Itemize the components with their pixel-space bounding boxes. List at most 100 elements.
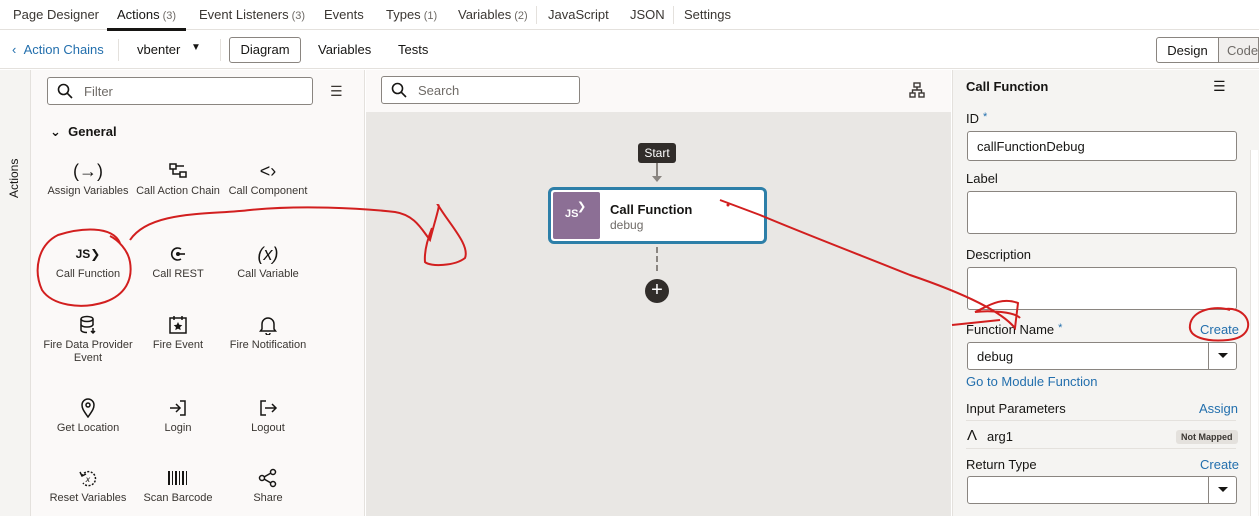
chevron-down-icon: ⌄ [50,124,61,139]
action-label: Fire Notification [229,339,307,351]
required-mark: * [1058,322,1063,334]
action-label: Get Location [56,422,120,434]
tab-label: Variables [458,7,512,22]
design-view-button[interactable]: Design [1156,37,1219,63]
action-label: Fire Data Provider Event [43,339,133,364]
assign-icon: (→) [73,160,103,181]
function-name-value: debug [977,349,1014,364]
tab-variables[interactable]: Variables (2) [458,7,528,22]
action-fire-data-provider-event[interactable]: Fire Data Provider Event [43,311,133,365]
divider [673,6,674,24]
function-name-select[interactable]: debug [967,342,1237,370]
chain-selector[interactable]: vbenter [137,42,180,57]
divider [118,39,119,61]
id-field[interactable]: callFunctionDebug [967,131,1237,161]
assign-link[interactable]: Assign [1199,401,1238,416]
description-field[interactable] [967,267,1237,310]
layout-hierarchy-icon[interactable] [909,82,925,101]
javascript-function-icon: JS ❯ [553,192,600,239]
properties-panel: Call Function ☰ ID * callFunctionDebug La… [952,70,1259,516]
panel-title: Call Function [966,79,1049,94]
tab-count: (3) [162,10,177,22]
dropdown-toggle[interactable] [1208,477,1236,503]
tab-label: Types [386,7,421,22]
action-fire-event[interactable]: Fire Event [133,311,223,352]
tab-event-listeners[interactable]: Event Listeners (3) [199,7,305,22]
tab-label: Event Listeners [199,7,289,22]
action-call-rest[interactable]: Call REST [133,240,223,281]
tab-label: JavaScript [548,7,609,22]
return-type-select[interactable] [967,476,1237,504]
label-text: Function Name [966,322,1055,337]
caret-down-icon[interactable]: ▼ [191,42,201,53]
add-action-button[interactable]: + [645,279,669,303]
action-scan-barcode[interactable]: Scan Barcode [133,464,223,505]
diagram-button[interactable]: Diagram [229,37,301,63]
string-type-icon: Λ [967,427,978,444]
tab-count: (1) [423,10,438,22]
action-share[interactable]: Share [223,464,313,505]
create-return-type-link[interactable]: Create [1200,457,1239,472]
tab-page-designer[interactable]: Page Designer [13,7,99,22]
tab-label: Settings [684,7,731,22]
tab-label: Events [324,7,364,22]
chevron-down-icon [1218,353,1228,358]
section-label: General [68,124,117,139]
action-label: Call Component [228,185,308,197]
hamburger-menu-icon[interactable]: ☰ [1213,78,1226,95]
tab-count: (3) [291,10,306,22]
top-navigation: Page Designer Actions (3) Event Listeners… [0,0,1259,31]
divider [536,6,537,24]
action-label: Call Function [55,268,121,280]
action-call-action-chain[interactable]: Call Action Chain [133,157,223,198]
action-label: Fire Event [152,339,204,351]
action-login[interactable]: Login [133,394,223,435]
login-icon [133,394,223,422]
hamburger-menu-icon[interactable]: ☰ [330,83,343,100]
filter-input[interactable]: Filter [47,77,313,105]
tab-label: Actions [117,7,160,22]
action-assign-variables[interactable]: (→) Assign Variables [43,157,133,198]
tab-types[interactable]: Types (1) [386,7,437,22]
divider [966,448,1236,449]
tab-actions[interactable]: Actions (3) [117,7,176,22]
database-icon [43,311,133,339]
action-call-variable[interactable]: (x) Call Variable [223,240,313,281]
tab-javascript[interactable]: JavaScript [548,7,609,22]
node-title: Call Function [610,202,693,217]
action-fire-notification[interactable]: Fire Notification [223,311,313,352]
tests-button[interactable]: Tests [398,42,428,57]
filter-placeholder: Filter [84,84,113,99]
svg-text:x: x [85,475,91,484]
action-label: Reset Variables [49,492,127,504]
action-get-location[interactable]: Get Location [43,394,133,435]
tab-settings[interactable]: Settings [684,7,731,22]
diagram-canvas[interactable]: Search Start JS ❯ Call Function debug + [366,70,951,516]
action-call-function[interactable]: JS❯ Call Function [43,240,133,281]
scrollbar[interactable] [1250,150,1258,516]
label-text: ID [966,111,979,126]
call-function-node[interactable]: JS ❯ Call Function debug [548,187,767,244]
canvas-search-input[interactable]: Search [381,76,580,104]
action-chain-icon [133,157,223,185]
dropdown-toggle[interactable] [1208,343,1236,369]
section-general[interactable]: ⌄ General [50,124,117,140]
go-to-module-function-link[interactable]: Go to Module Function [966,374,1098,389]
code-view-button[interactable]: Code [1219,37,1259,63]
chain-name: vbenter [137,42,181,57]
variables-button[interactable]: Variables [318,42,371,57]
back-label: Action Chains [23,42,104,57]
component-icon: <› [259,160,277,181]
action-call-component[interactable]: <› Call Component [223,157,313,198]
back-to-action-chains-link[interactable]: ‹ Action Chains [12,42,104,57]
create-function-link[interactable]: Create [1200,322,1239,337]
node-subtitle: debug [610,218,644,232]
label-field[interactable] [967,191,1237,234]
action-logout[interactable]: Logout [223,394,313,435]
tab-json[interactable]: JSON [630,7,665,22]
tab-events[interactable]: Events [324,7,364,22]
action-label: Share [253,492,283,504]
action-reset-variables[interactable]: x Reset Variables [43,464,133,505]
action-label: Login [164,422,192,434]
actions-side-tab[interactable]: Actions [0,70,31,516]
